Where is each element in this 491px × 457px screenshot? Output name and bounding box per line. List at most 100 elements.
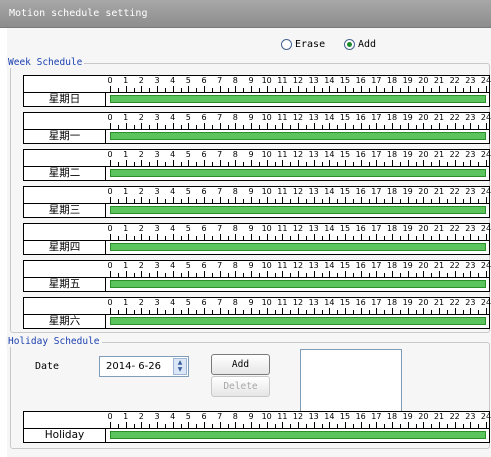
hour-label: 9 [248, 261, 254, 270]
hour-label: 10 [261, 187, 272, 196]
holiday-date-list[interactable] [300, 349, 402, 412]
hour-label: 17 [371, 150, 382, 159]
hour-label: 14 [324, 150, 335, 159]
hour-label: 12 [292, 187, 304, 196]
hour-label: 24 [480, 224, 491, 233]
erase-option[interactable]: Erase [281, 39, 325, 50]
hour-label: 17 [371, 76, 382, 85]
hour-label: 6 [201, 412, 207, 421]
schedule-row: 0 1 2 3 4 5 6 7 8 9 10 11 12 13 14 15 16 17 18 19 20 21 22 23 24… [23, 75, 491, 107]
hour-label: 6 [201, 224, 207, 233]
hour-label: 11 [277, 187, 288, 196]
ruler-baseline [106, 129, 490, 130]
hour-label: 23 [465, 298, 476, 307]
hour-label: 4 [170, 150, 176, 159]
hour-label: 3 [154, 113, 160, 122]
hour-label: 22 [449, 412, 460, 421]
hour-label: 10 [261, 76, 272, 85]
hour-label: 3 [154, 150, 160, 159]
hour-label: 12 [292, 261, 304, 270]
hour-label: 19 [402, 224, 413, 233]
hour-label: 1 [123, 187, 129, 196]
hour-label: 7 [217, 412, 223, 421]
hour-label: 0 [107, 76, 113, 85]
holiday-delete-button[interactable]: Delete [211, 376, 270, 397]
hour-label: 13 [308, 224, 319, 233]
schedule-row: 0 1 2 3 4 5 6 7 8 9 10 11 12 13 14 15 16 17 18 19 20 21 22 23 24… [23, 223, 491, 255]
hour-label: 23 [465, 150, 476, 159]
hour-label: 11 [277, 113, 288, 122]
schedule-bar[interactable] [110, 431, 486, 439]
hour-label: 3 [154, 224, 160, 233]
hour-label: 24 [480, 412, 491, 421]
hour-ruler: 0 1 2 3 4 5 6 7 8 9 10 11 12 13 14 15 16 17 18 19 20 21 22 23 24 [106, 261, 491, 288]
hour-label: 20 [418, 76, 429, 85]
schedule-bar[interactable] [110, 317, 486, 325]
hour-label: 22 [449, 187, 460, 196]
hour-label: 17 [371, 261, 382, 270]
day-label: 星期四 [24, 240, 106, 254]
hour-label: 12 [292, 298, 304, 307]
hour-label: 7 [217, 261, 223, 270]
hour-label: 9 [248, 224, 254, 233]
holiday-add-button[interactable]: Add [211, 354, 270, 375]
hour-label: 17 [371, 224, 382, 233]
hour-label: 14 [324, 298, 335, 307]
hour-label: 2 [138, 187, 144, 196]
hour-label: 21 [433, 261, 445, 270]
add-radio[interactable] [344, 39, 355, 50]
hour-label: 18 [386, 224, 398, 233]
spin-up-icon[interactable]: ▲ [174, 359, 186, 366]
hour-ruler: 0 1 2 3 4 5 6 7 8 9 10 11 12 13 14 15 16 17 18 19 20 21 22 23 24 [106, 412, 491, 439]
hour-label: 15 [339, 224, 351, 233]
week-schedule-legend: Week Schedule [6, 57, 85, 68]
hour-label: 15 [339, 187, 351, 196]
hour-label: 6 [201, 150, 207, 159]
ruler-baseline [106, 277, 490, 278]
hour-label: 3 [154, 298, 160, 307]
date-picker[interactable]: 2014- 6-26 ▲ ▼ [99, 356, 189, 377]
hour-label: 19 [402, 261, 413, 270]
hour-label: 22 [449, 76, 460, 85]
spin-down-icon[interactable]: ▼ [174, 366, 186, 373]
hour-label: 18 [386, 298, 398, 307]
hour-label: 1 [123, 76, 129, 85]
hour-label: 2 [138, 113, 144, 122]
hour-label: 16 [355, 261, 366, 270]
schedule-bar[interactable] [110, 243, 486, 251]
day-label: Holiday [24, 428, 106, 442]
hour-label: 13 [308, 76, 319, 85]
date-spinner[interactable]: ▲ ▼ [173, 358, 187, 375]
schedule-bar[interactable] [110, 95, 486, 103]
ruler-baseline [106, 314, 490, 315]
hour-label: 21 [433, 113, 445, 122]
hour-label: 23 [465, 261, 476, 270]
hour-label: 24 [480, 298, 491, 307]
hour-label: 9 [248, 187, 254, 196]
hour-label: 19 [402, 412, 413, 421]
hour-label: 23 [465, 187, 476, 196]
hour-label: 21 [433, 412, 445, 421]
hour-label: 0 [107, 150, 113, 159]
schedule-bar[interactable] [110, 169, 486, 177]
hour-label: 13 [308, 412, 319, 421]
hour-label: 22 [449, 224, 460, 233]
hour-label: 8 [232, 298, 238, 307]
hour-label: 13 [308, 150, 319, 159]
hour-label: 4 [170, 187, 176, 196]
schedule-bar[interactable] [110, 280, 486, 288]
schedule-bar[interactable] [110, 132, 486, 140]
schedule-bar[interactable] [110, 206, 486, 214]
hour-label: 7 [217, 113, 223, 122]
hour-label: 18 [386, 187, 398, 196]
hour-label: 17 [371, 113, 382, 122]
ruler-baseline [106, 166, 490, 167]
erase-radio[interactable] [281, 39, 292, 50]
hour-label: 5 [185, 150, 191, 159]
hour-label: 19 [402, 298, 413, 307]
hour-label: 6 [201, 76, 207, 85]
add-option[interactable]: Add [344, 39, 376, 50]
hour-label: 4 [170, 113, 176, 122]
hour-label: 15 [339, 150, 351, 159]
hour-label: 22 [449, 150, 460, 159]
